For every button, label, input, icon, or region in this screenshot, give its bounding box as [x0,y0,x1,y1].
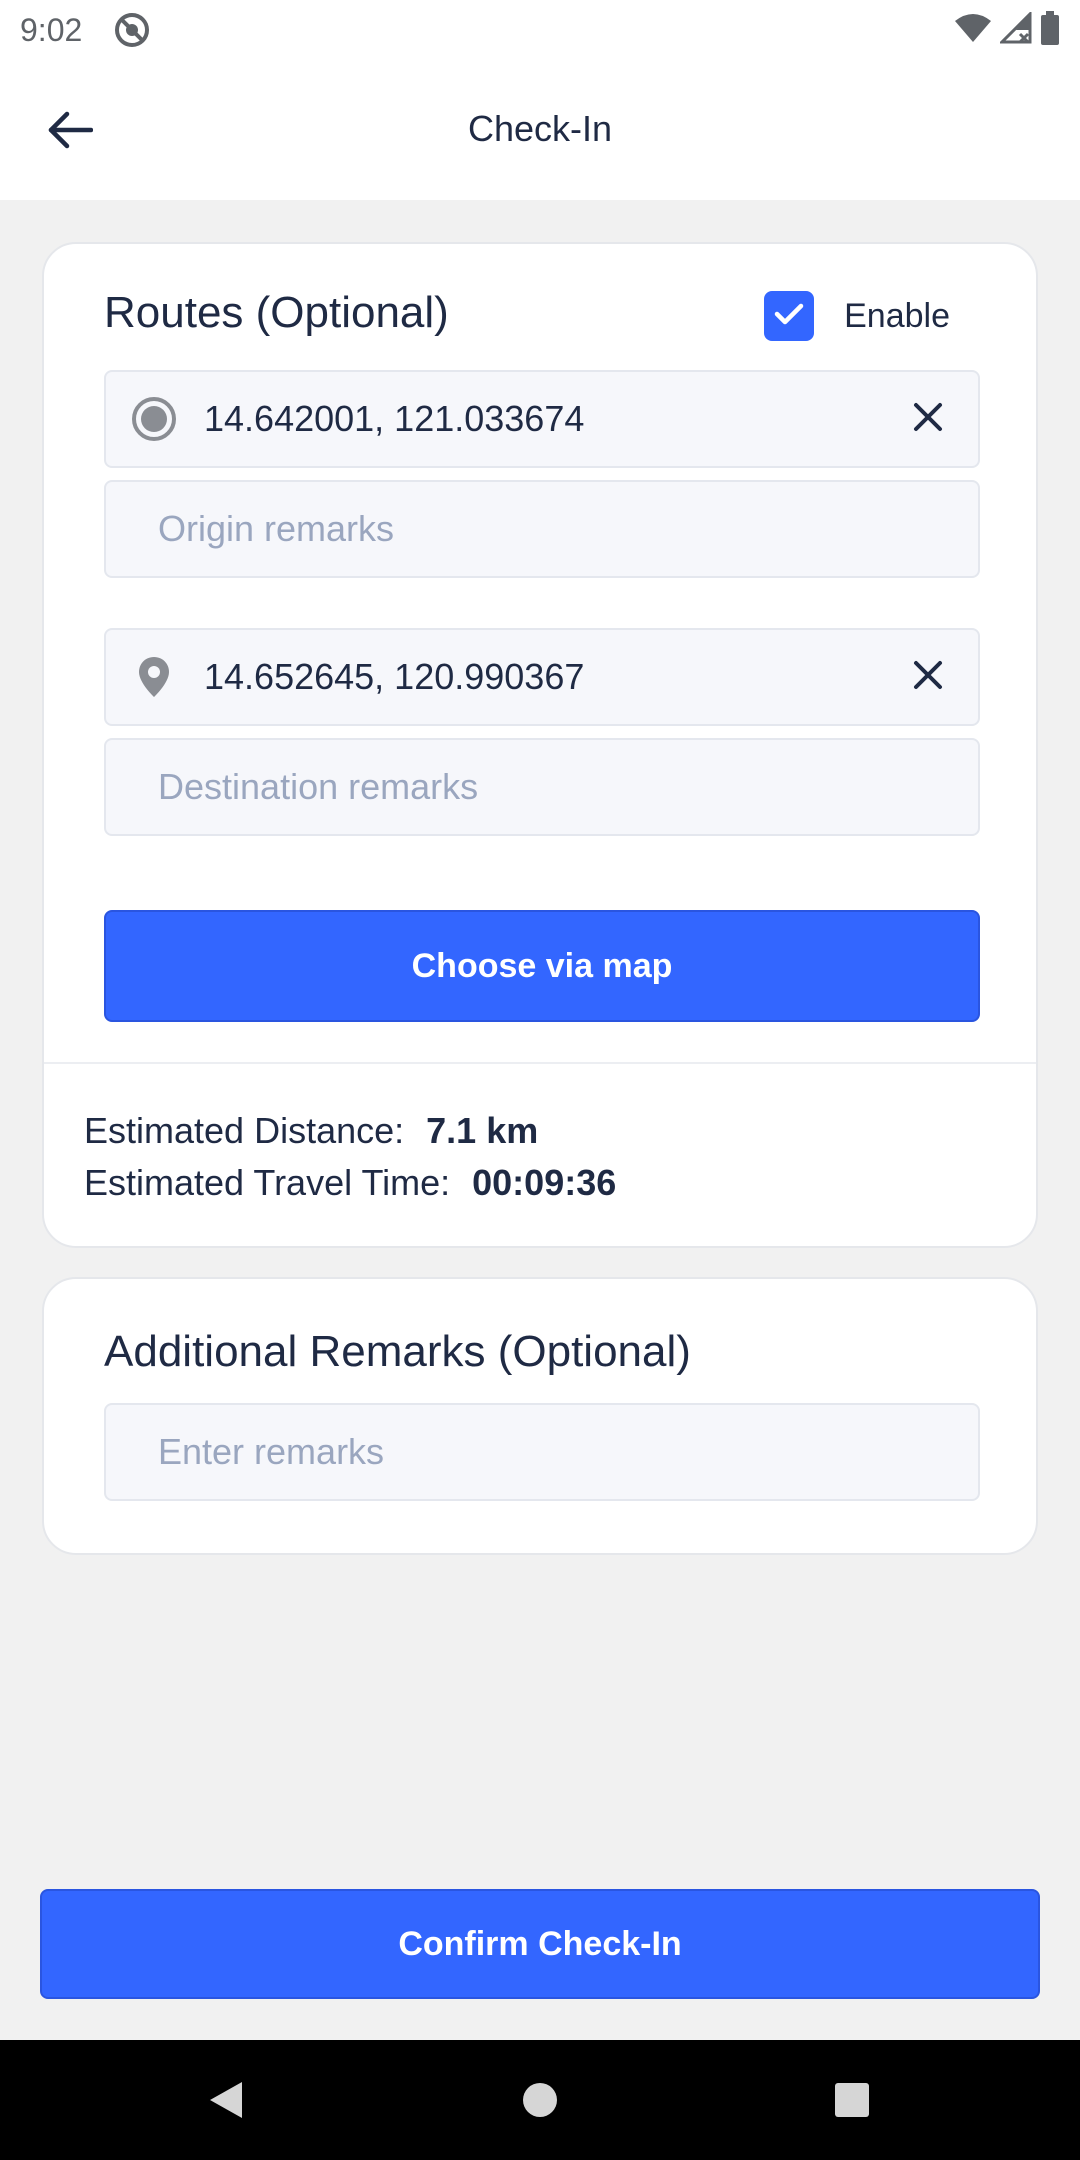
enable-label: Enable [844,296,950,335]
check-icon [774,302,804,331]
close-icon [913,660,943,695]
origin-remarks-field[interactable] [104,480,980,578]
nav-back-icon[interactable] [196,2070,256,2130]
additional-remarks-title: Additional Remarks (Optional) [104,1327,691,1376]
status-icons [954,9,1060,50]
app-notification-icon [114,12,150,48]
nav-home-icon[interactable] [510,2070,570,2130]
additional-remarks-input[interactable] [158,1431,938,1473]
routes-title: Routes (Optional) [104,288,449,337]
nav-recents-icon[interactable] [822,2070,882,2130]
additional-remarks-card: Additional Remarks (Optional) [42,1277,1038,1555]
clear-origin-button[interactable] [898,389,958,449]
estimated-distance-value: 7.1 km [426,1110,539,1151]
system-nav-bar [0,2040,1080,2160]
signal-icon [998,9,1032,49]
status-bar: 9:02 [0,0,1080,60]
page-title: Check-In [467,108,613,149]
battery-icon [1040,10,1060,50]
destination-remarks-field[interactable] [104,738,980,836]
additional-remarks-field[interactable] [104,1403,980,1501]
map-pin-icon [128,651,180,703]
routes-card: Routes (Optional) Enable 14.642001, 121.… [42,242,1038,1248]
wifi-icon [954,13,992,48]
clear-destination-button[interactable] [898,647,958,707]
origin-field[interactable]: 14.642001, 121.033674 [104,370,980,468]
destination-coordinates: 14.652645, 120.990367 [204,656,585,697]
close-icon [913,402,943,437]
origin-coordinates: 14.642001, 121.033674 [204,398,585,439]
estimated-travel-time: Estimated Travel Time: 00:09:36 [84,1162,616,1204]
estimated-travel-time-label: Estimated Travel Time: [84,1162,451,1203]
status-time: 9:02 [20,12,83,48]
confirm-check-in-button[interactable]: Confirm Check-In [40,1889,1040,1999]
enable-checkbox[interactable] [764,291,815,341]
divider [44,1062,1036,1064]
destination-remarks-input[interactable] [158,766,938,808]
radio-dot-icon [128,393,180,445]
enable-toggle[interactable]: Enable [764,290,950,342]
app-bar: Check-In [0,60,1080,200]
estimated-travel-time-value: 00:09:36 [472,1162,617,1203]
destination-field[interactable]: 14.652645, 120.990367 [104,628,980,726]
origin-remarks-input[interactable] [158,508,938,550]
estimated-distance-label: Estimated Distance: [84,1110,405,1151]
choose-via-map-button[interactable]: Choose via map [104,910,980,1022]
estimated-distance: Estimated Distance: 7.1 km [84,1110,538,1152]
